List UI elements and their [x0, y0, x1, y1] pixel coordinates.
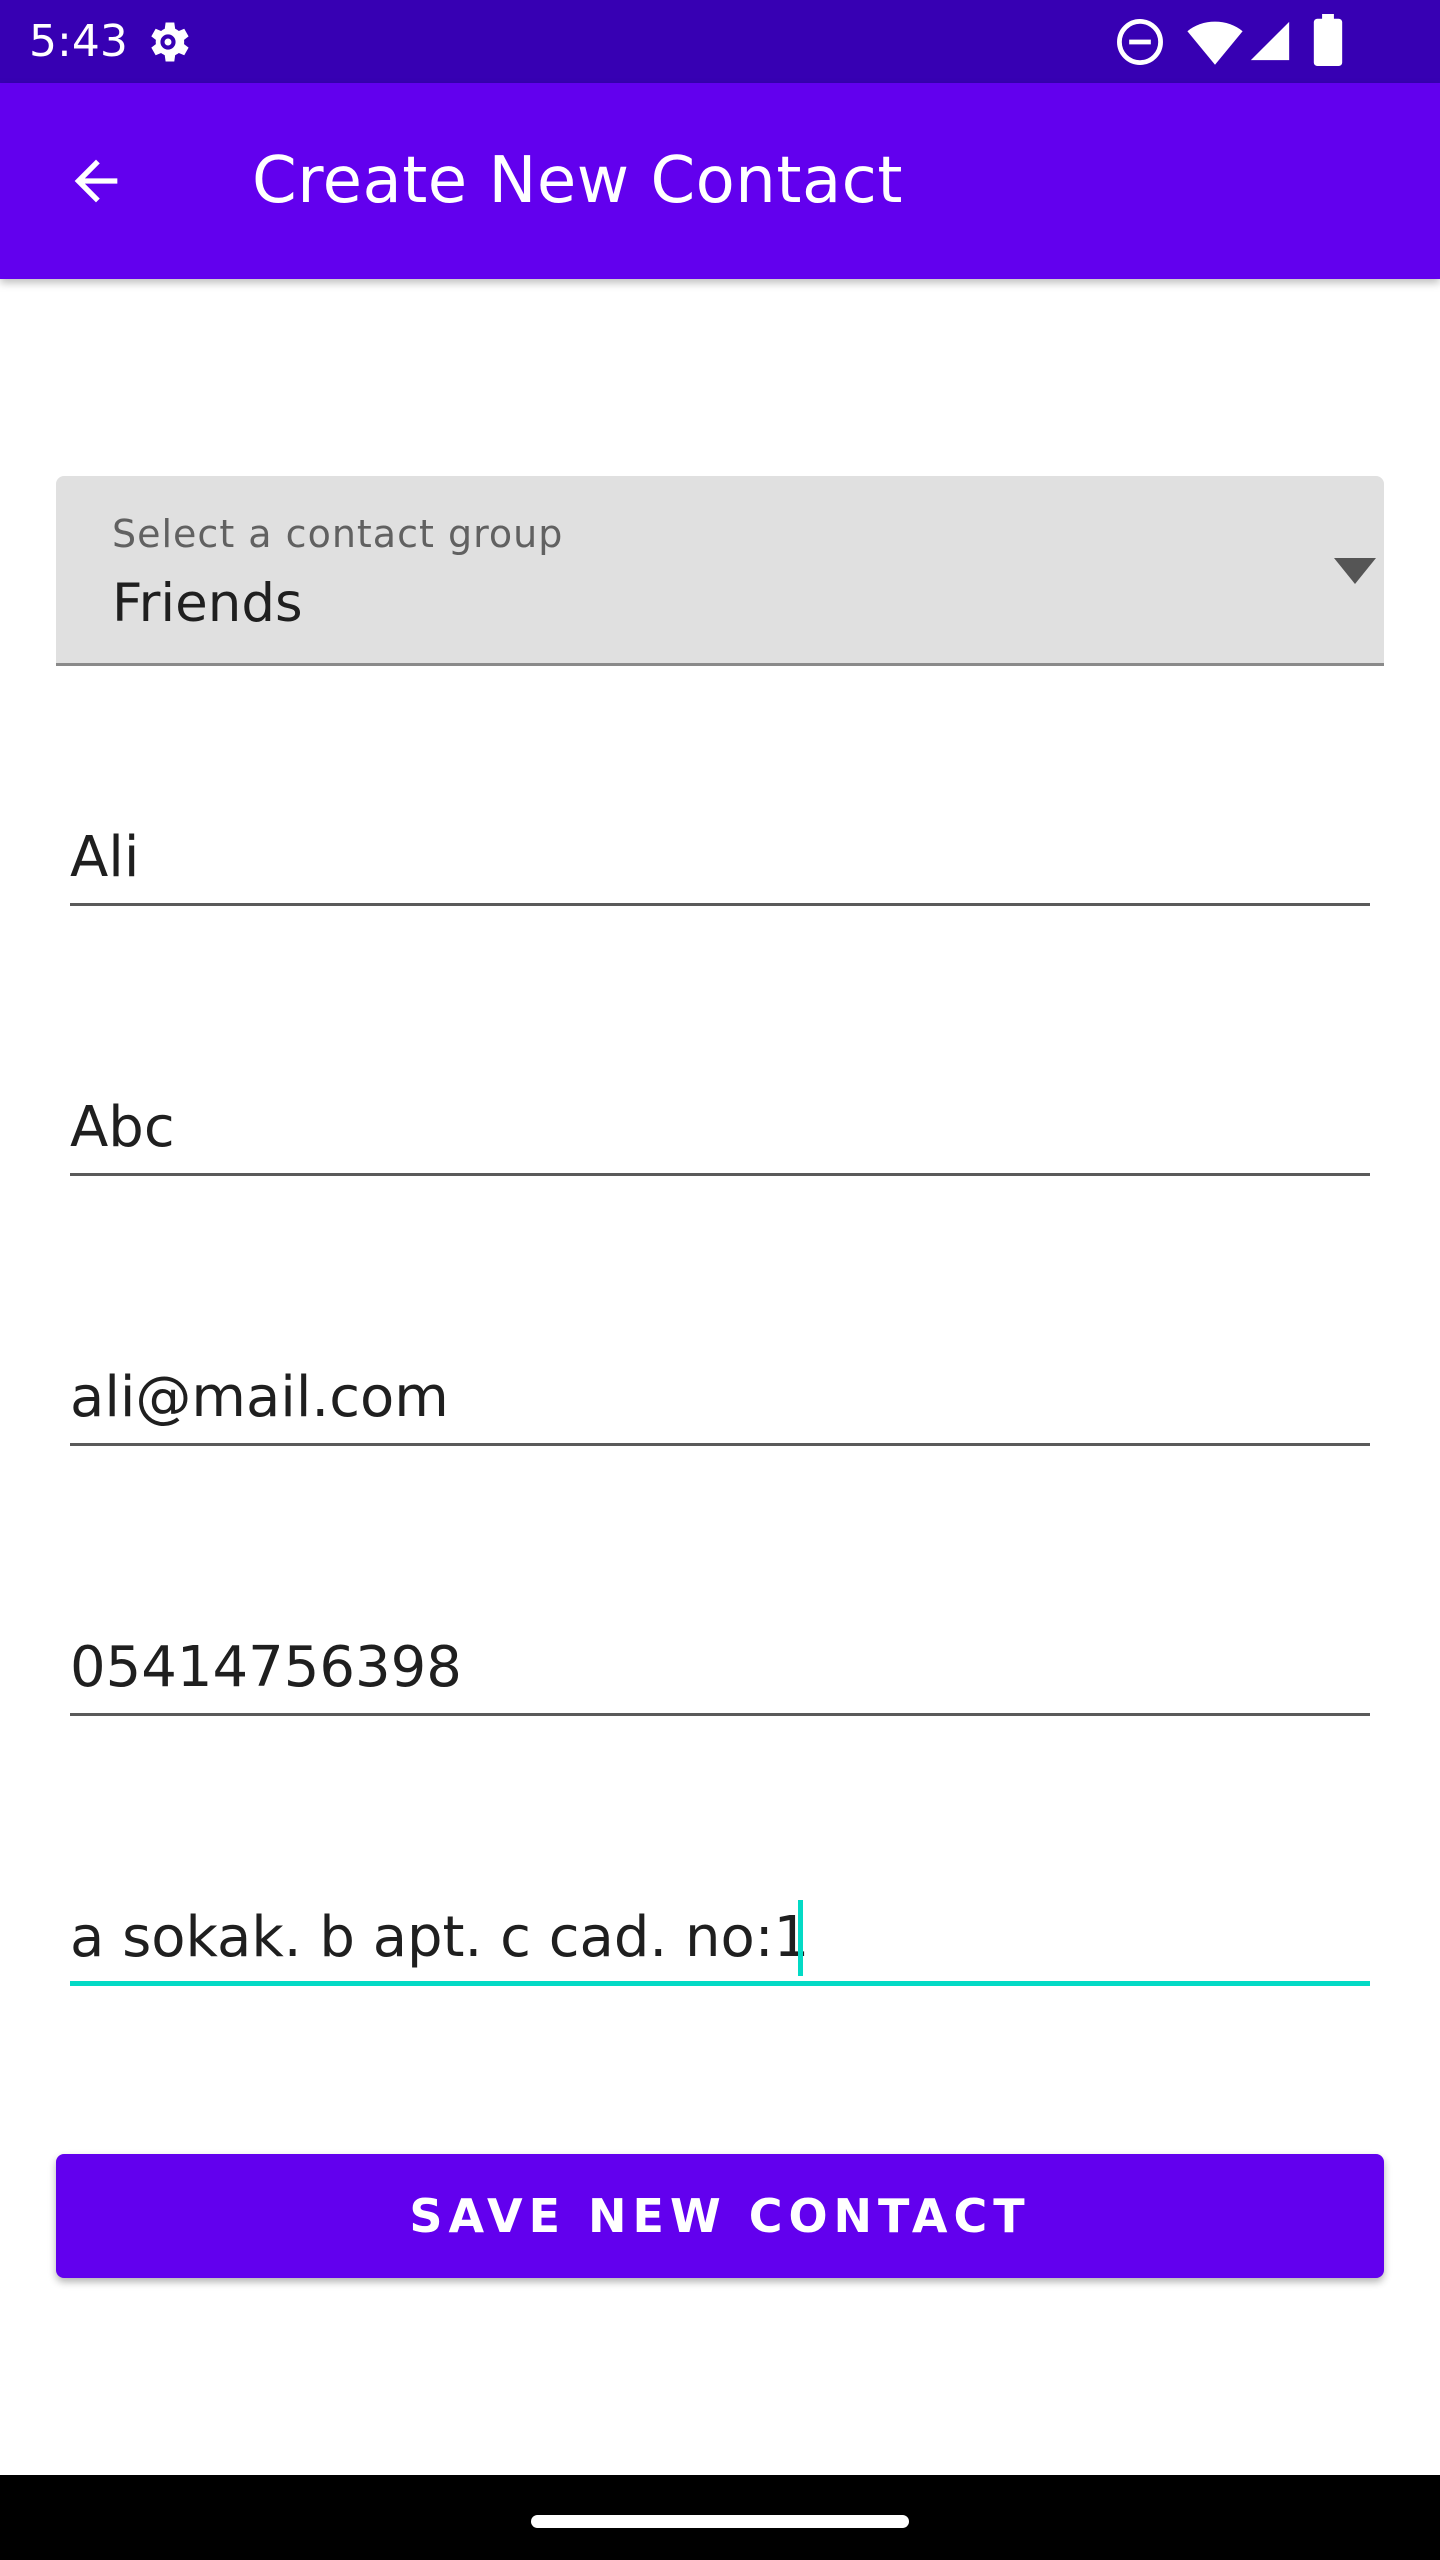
last-name-input[interactable] — [70, 1086, 1370, 1170]
contact-group-value: Friends — [112, 573, 303, 634]
email-input[interactable] — [70, 1356, 1370, 1440]
first-name-input[interactable] — [70, 816, 1370, 900]
contact-group-dropdown[interactable]: Select a contact group Friends — [56, 476, 1384, 666]
phone-field[interactable] — [70, 1626, 1370, 1716]
do-not-disturb-icon — [1117, 19, 1163, 65]
phone-input[interactable] — [70, 1626, 1370, 1710]
last-name-field[interactable] — [70, 1086, 1370, 1176]
status-bar: 5:43 — [0, 0, 1440, 83]
email-field[interactable] — [70, 1356, 1370, 1446]
text-cursor — [798, 1900, 803, 1976]
navigation-bar — [0, 2475, 1440, 2560]
create-contact-screen: 5:43 Create New Contact Select a contact… — [0, 0, 1440, 2560]
back-button[interactable] — [48, 133, 144, 229]
battery-icon — [1313, 14, 1343, 66]
arrow-back-icon — [74, 159, 118, 203]
first-name-field[interactable] — [70, 816, 1370, 906]
app-bar: Create New Contact — [0, 83, 1440, 279]
save-new-contact-button[interactable]: SAVE NEW CONTACT — [56, 2154, 1384, 2278]
page-title: Create New Contact — [252, 144, 903, 218]
address-field[interactable] — [70, 1896, 1370, 1986]
settings-gear-icon — [151, 22, 189, 62]
cellular-signal-icon — [1250, 21, 1290, 61]
status-time: 5:43 — [29, 16, 128, 67]
contact-group-label: Select a contact group — [112, 512, 564, 556]
wifi-icon — [1187, 21, 1243, 65]
dropdown-arrow-icon — [1334, 558, 1376, 584]
address-input[interactable] — [70, 1896, 1370, 1980]
home-indicator[interactable] — [531, 2515, 909, 2528]
